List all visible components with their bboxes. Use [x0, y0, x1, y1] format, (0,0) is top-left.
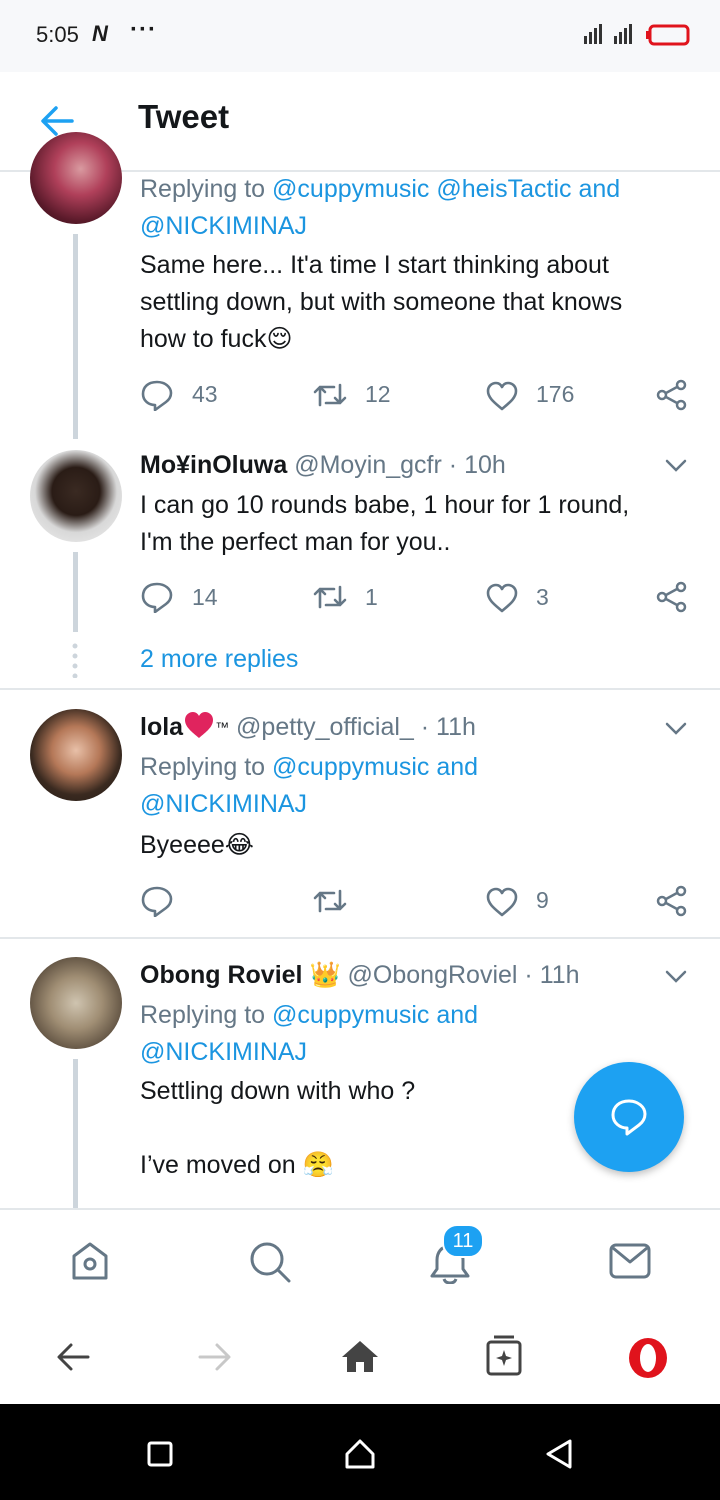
mention-link[interactable]: @NICKIMINAJ — [140, 1034, 307, 1071]
home-icon[interactable] — [70, 1240, 110, 1282]
mention-link[interactable]: @cuppymusic @heisTactic and — [272, 175, 620, 203]
avatar[interactable] — [30, 450, 122, 542]
retweet-icon[interactable] — [312, 381, 348, 409]
avatar[interactable] — [30, 957, 122, 1049]
tweet-text: Byeeee😂 — [140, 827, 254, 864]
share-icon[interactable] — [656, 885, 688, 917]
handle[interactable]: @ObongRoviel — [348, 961, 518, 989]
thread-line — [73, 234, 78, 439]
reply-icon[interactable] — [140, 379, 174, 411]
display-name[interactable]: Mo¥inOluwa — [140, 451, 287, 479]
divider — [0, 688, 720, 690]
more-replies-link[interactable]: 2 more replies — [140, 641, 298, 678]
browser-forward-icon[interactable] — [198, 1342, 232, 1372]
network-n-icon: N — [92, 21, 108, 46]
replying-prefix: Replying to — [140, 753, 266, 781]
like-icon[interactable] — [485, 381, 519, 411]
speed-dial-tabs-icon[interactable] — [484, 1334, 524, 1378]
chevron-down-icon[interactable] — [664, 969, 688, 985]
triumph-emoji-icon: 😤 — [302, 1151, 334, 1179]
tweet-header: Obong Roviel 👑 @ObongRoviel · 11h — [140, 957, 580, 994]
messages-icon[interactable] — [608, 1242, 652, 1280]
replying-to: Replying to @cuppymusic and — [140, 997, 478, 1034]
trademark-symbol: ™ — [215, 719, 230, 735]
display-name[interactable]: lola — [140, 713, 183, 741]
mention-link[interactable]: @cuppymusic and — [272, 1001, 478, 1029]
thread-line — [73, 1059, 78, 1209]
reply-icon[interactable] — [140, 885, 174, 917]
replying-prefix: Replying to — [140, 1001, 266, 1029]
reply-bubble-icon — [611, 1099, 647, 1136]
status-more-icon: ··· — [130, 16, 157, 43]
tweet-text-line: I’ve moved on — [140, 1151, 296, 1179]
tweet-text: I’ve moved on 😤 — [140, 1147, 334, 1184]
like-count: 9 — [536, 887, 549, 913]
tweet-text-line: Byeeee — [140, 831, 225, 859]
retweet-icon[interactable] — [312, 887, 348, 915]
retweet-count: 1 — [365, 584, 378, 610]
like-count: 3 — [536, 584, 549, 610]
thread-dots — [72, 643, 78, 678]
recent-apps-icon[interactable] — [146, 1440, 174, 1468]
retweet-count: 12 — [365, 381, 391, 407]
timestamp[interactable]: · 11h — [524, 961, 579, 989]
replying-prefix: Replying to — [140, 175, 266, 203]
notifications-badge: 11 — [442, 1224, 484, 1258]
divider — [0, 937, 720, 939]
share-icon[interactable] — [656, 379, 688, 411]
replying-to: Replying to @cuppymusic @heisTactic and — [140, 171, 620, 208]
retweet-icon[interactable] — [312, 583, 348, 611]
system-back-icon[interactable] — [544, 1438, 574, 1470]
system-nav-bar — [0, 1404, 720, 1500]
timestamp[interactable]: · 10h — [449, 451, 506, 479]
crown-emoji-icon: 👑 — [309, 961, 341, 989]
avatar[interactable] — [30, 709, 122, 801]
signal-battery-icon — [584, 24, 690, 46]
heart-emoji-icon — [185, 712, 214, 738]
timestamp[interactable]: · 11h — [421, 713, 476, 741]
share-icon[interactable] — [656, 581, 688, 613]
handle[interactable]: @Moyin_gcfr — [294, 451, 442, 479]
status-bar: 5:05 N ··· — [0, 0, 720, 72]
reply-count: 43 — [192, 381, 218, 407]
tweet-text: settling down, but with someone that kno… — [140, 288, 623, 316]
tweet-header: Mo¥inOluwa @Moyin_gcfr · 10h — [140, 447, 506, 484]
like-icon[interactable] — [485, 583, 519, 613]
status-time: 5:05 — [36, 22, 79, 47]
compose-reply-button[interactable] — [574, 1062, 684, 1172]
tears-of-joy-emoji-icon: 😂 — [224, 831, 255, 859]
browser-home-icon[interactable] — [340, 1338, 380, 1374]
handle[interactable]: @petty_official_ — [236, 713, 414, 741]
mention-link[interactable]: @NICKIMINAJ — [140, 786, 307, 823]
browser-toolbar — [0, 1308, 720, 1404]
display-name[interactable]: Obong Roviel — [140, 961, 303, 989]
tweet-text: I'm the perfect man for you.. — [140, 528, 451, 556]
chevron-down-icon[interactable] — [664, 721, 688, 737]
like-count: 176 — [536, 381, 575, 407]
thread-line — [73, 552, 78, 632]
page-title: Tweet — [138, 98, 230, 135]
tweet-text: Same here... It'a time I start thinking … — [140, 251, 609, 279]
relieved-emoji-icon: 😌 — [266, 325, 293, 353]
system-home-icon[interactable] — [344, 1438, 376, 1470]
tweet-text: Settling down with who ? — [140, 1077, 416, 1105]
tweet-text: how to fuck😌 — [140, 321, 293, 358]
tweet-text: I can go 10 rounds babe, 1 hour for 1 ro… — [140, 491, 630, 519]
reply-icon[interactable] — [140, 581, 174, 613]
mention-link[interactable]: @NICKIMINAJ — [140, 208, 307, 245]
bottom-tab-bar — [0, 1208, 720, 1310]
like-icon[interactable] — [485, 887, 519, 917]
tweet-header: lola ™ @petty_official_ · 11h — [140, 709, 476, 746]
avatar[interactable] — [30, 132, 122, 224]
opera-menu-icon[interactable] — [626, 1336, 670, 1380]
tweet-text-line: how to fuck — [140, 325, 267, 353]
replying-to: Replying to @cuppymusic and — [140, 749, 478, 786]
reply-count: 14 — [192, 584, 218, 610]
mention-link[interactable]: @cuppymusic and — [272, 753, 478, 781]
chevron-down-icon[interactable] — [664, 458, 688, 474]
search-icon[interactable] — [248, 1240, 292, 1284]
browser-back-icon[interactable] — [56, 1342, 90, 1372]
